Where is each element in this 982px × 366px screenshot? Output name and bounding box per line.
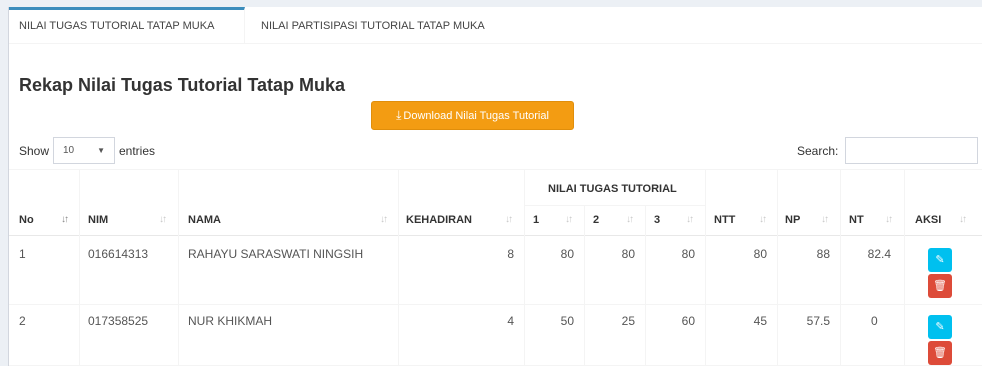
entries-select-value: 10 — [63, 145, 75, 156]
sort-icon[interactable]: ↓↑ — [505, 214, 513, 225]
header-nama[interactable]: NAMA — [188, 214, 221, 226]
cell-tugas-1: 50 — [560, 314, 574, 328]
header-aksi[interactable]: AKSI — [915, 214, 941, 226]
cell-tugas-3: 80 — [681, 247, 695, 261]
header-tugas-2[interactable]: 2 — [593, 214, 599, 226]
pencil-icon: ✎ — [935, 254, 945, 266]
download-icon: ⤓ — [396, 108, 402, 122]
sort-icon[interactable]: ↓↑ — [959, 214, 967, 225]
cell-ntt: 80 — [753, 247, 767, 261]
content-panel: NILAI TUGAS TUTORIAL TATAP MUKA NILAI PA… — [8, 7, 982, 366]
sort-asc-icon[interactable]: ↓↑ — [61, 214, 69, 225]
cell-nim: 016614313 — [88, 247, 149, 261]
cell-kehadiran: 4 — [507, 314, 514, 328]
delete-button[interactable]: 🗑 — [928, 341, 952, 365]
edit-button[interactable]: ✎ — [928, 315, 952, 339]
trash-icon: 🗑 — [933, 280, 947, 292]
cell-nama: RAHAYU SARASWATI NINGSIH — [188, 247, 364, 261]
delete-button[interactable]: 🗑 — [928, 274, 952, 298]
header-tugas-3[interactable]: 3 — [654, 214, 660, 226]
download-button-label: Download Nilai Tugas Tutorial — [403, 110, 549, 122]
header-nt[interactable]: NT — [849, 214, 864, 226]
download-button[interactable]: ⤓ Download Nilai Tugas Tutorial — [371, 101, 574, 130]
cell-np: 88 — [816, 247, 830, 261]
cell-no: 1 — [19, 247, 26, 261]
sort-icon[interactable]: ↓↑ — [565, 214, 573, 225]
sort-icon[interactable]: ↓↑ — [821, 214, 829, 225]
cell-kehadiran: 8 — [507, 247, 514, 261]
page-title: Rekap Nilai Tugas Tutorial Tatap Muka — [19, 75, 346, 95]
pencil-icon: ✎ — [935, 321, 945, 333]
search-input[interactable] — [845, 137, 978, 164]
tab-nilai-tugas[interactable]: NILAI TUGAS TUTORIAL TATAP MUKA — [9, 7, 245, 44]
cell-nt: 82.4 — [867, 247, 891, 261]
sort-icon[interactable]: ↓↑ — [759, 214, 767, 225]
tab-bar: NILAI TUGAS TUTORIAL TATAP MUKA NILAI PA… — [9, 7, 982, 44]
sort-icon[interactable]: ↓↑ — [626, 214, 634, 225]
sort-icon[interactable]: ↓↑ — [159, 214, 167, 225]
cell-tugas-2: 80 — [621, 247, 635, 261]
trash-icon: 🗑 — [933, 347, 947, 359]
length-show-label: Show — [19, 144, 50, 158]
cell-ntt: 45 — [753, 314, 767, 328]
header-np[interactable]: NP — [785, 214, 800, 226]
sort-icon[interactable]: ↓↑ — [380, 214, 388, 225]
cell-np: 57.5 — [806, 314, 830, 328]
header-no[interactable]: No — [19, 214, 34, 226]
cell-nama: NUR KHIKMAH — [188, 314, 273, 328]
header-tugas-1[interactable]: 1 — [533, 214, 539, 226]
edit-button[interactable]: ✎ — [928, 248, 952, 272]
header-ntt[interactable]: NTT — [714, 214, 735, 226]
length-entries-label: entries — [119, 144, 156, 158]
cell-tugas-1: 80 — [560, 247, 574, 261]
cell-tugas-2: 25 — [621, 314, 635, 328]
cell-nt: 0 — [871, 314, 878, 328]
cell-tugas-3: 60 — [681, 314, 695, 328]
search-label: Search: — [797, 144, 839, 158]
sort-icon[interactable]: ↓↑ — [686, 214, 694, 225]
cell-nim: 017358525 — [88, 314, 149, 328]
cell-no: 2 — [19, 314, 26, 328]
header-kehadiran[interactable]: KEHADIRAN — [406, 214, 472, 226]
sort-icon[interactable]: ↓↑ — [885, 214, 893, 225]
tab-nilai-partisipasi[interactable]: NILAI PARTISIPASI TUTORIAL TATAP MUKA — [255, 7, 485, 44]
entries-select[interactable]: 10 ▼ — [53, 137, 115, 164]
group-header-nilai-tugas: NILAI TUGAS TUTORIAL — [548, 183, 677, 195]
caret-down-icon: ▼ — [97, 146, 105, 155]
header-nim[interactable]: NIM — [88, 214, 108, 226]
